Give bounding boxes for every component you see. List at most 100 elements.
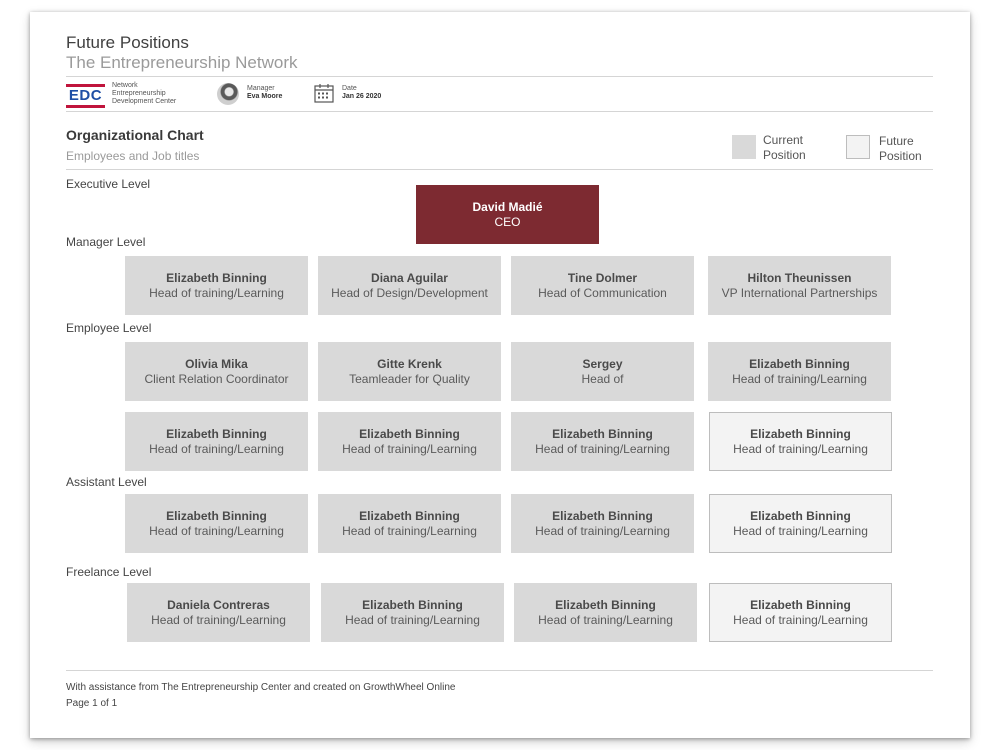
card-role: Head of Design/Development xyxy=(331,285,488,300)
network-label: Network xyxy=(112,82,138,89)
card-role: Head of Communication xyxy=(538,285,667,300)
divider xyxy=(66,169,933,170)
future-position-card: Elizabeth Binning Head of training/Learn… xyxy=(709,583,892,642)
position-card: Elizabeth Binning Head of training/Learn… xyxy=(514,583,697,642)
card-name: Elizabeth Binning xyxy=(166,426,267,441)
position-card: Elizabeth Binning Head of training/Learn… xyxy=(125,412,308,471)
position-card: Gitte Krenk Teamleader for Quality xyxy=(318,342,501,401)
level-label-freelance: Freelance Level xyxy=(66,565,152,579)
date-value: Jan 26 2020 xyxy=(342,93,382,100)
manager-info: Manager Eva Moore xyxy=(247,85,282,101)
card-role: CEO xyxy=(494,214,521,229)
card-name: Elizabeth Binning xyxy=(552,426,653,441)
legend-future-line2: Position xyxy=(879,149,922,163)
date-label: Date xyxy=(342,85,357,92)
position-card: Olivia Mika Client Relation Coordinator xyxy=(125,342,308,401)
card-name: Elizabeth Binning xyxy=(750,508,851,523)
level-label-employee: Employee Level xyxy=(66,321,152,335)
legend-future-line1: Future xyxy=(879,134,914,148)
card-name: Elizabeth Binning xyxy=(555,597,656,612)
card-role: Client Relation Coordinator xyxy=(144,371,289,386)
position-card: Elizabeth Binning Head of training/Learn… xyxy=(321,583,504,642)
card-name: Daniela Contreras xyxy=(167,597,270,612)
network-line2: Development Center xyxy=(112,98,177,105)
position-card: Elizabeth Binning Head of training/Learn… xyxy=(125,494,308,553)
legend-future-swatch xyxy=(846,135,870,159)
calendar-icon xyxy=(314,84,334,103)
document-title: Future Positions xyxy=(66,33,189,52)
card-name: Sergey xyxy=(582,356,623,371)
divider xyxy=(66,111,933,112)
network-line1: Entrepreneurship xyxy=(112,90,166,97)
card-role: Head of training/Learning xyxy=(151,612,286,627)
date-info: Date Jan 26 2020 xyxy=(342,85,381,101)
card-role: Head of xyxy=(581,371,624,386)
legend-current-line1: Current xyxy=(763,133,804,147)
card-name: Elizabeth Binning xyxy=(750,426,851,441)
legend-current-swatch xyxy=(732,135,756,159)
card-name: Tine Dolmer xyxy=(567,270,638,285)
document-subtitle: The Entrepreneurship Network xyxy=(66,53,298,72)
legend-current: Current Position xyxy=(763,133,806,163)
position-card: Elizabeth Binning Head of training/Learn… xyxy=(511,494,694,553)
position-card: Sergey Head of xyxy=(511,342,694,401)
position-card: Hilton Theunissen VP International Partn… xyxy=(708,256,891,315)
divider xyxy=(66,670,933,671)
level-label-executive: Executive Level xyxy=(66,177,151,191)
card-role: Head of training/Learning xyxy=(342,523,477,538)
logo-bar-bottom xyxy=(66,105,105,108)
card-role: Head of training/Learning xyxy=(342,441,477,456)
manager-label: Manager xyxy=(247,85,275,92)
future-position-card: Elizabeth Binning Head of training/Learn… xyxy=(709,494,892,553)
card-role: Head of training/Learning xyxy=(538,612,673,627)
position-card: Diana Aguilar Head of Design/Development xyxy=(318,256,501,315)
position-card: Tine Dolmer Head of Communication xyxy=(511,256,694,315)
footer-credit: With assistance from The Entrepreneurshi… xyxy=(66,682,456,693)
card-role: Head of training/Learning xyxy=(149,523,284,538)
legend-future: Future Position xyxy=(879,134,922,164)
card-name: Elizabeth Binning xyxy=(552,508,653,523)
legend-current-line2: Position xyxy=(763,148,806,162)
card-name: Hilton Theunissen xyxy=(747,270,852,285)
manager-avatar xyxy=(217,83,239,105)
position-card: Elizabeth Binning Head of training/Learn… xyxy=(318,494,501,553)
card-name: Elizabeth Binning xyxy=(750,597,851,612)
future-position-card: Elizabeth Binning Head of training/Learn… xyxy=(709,412,892,471)
card-role: Head of training/Learning xyxy=(149,441,284,456)
position-card: Elizabeth Binning Head of training/Learn… xyxy=(511,412,694,471)
card-role: Head of training/Learning xyxy=(345,612,480,627)
card-role: Head of training/Learning xyxy=(733,441,868,456)
position-card: Elizabeth Binning Head of training/Learn… xyxy=(125,256,308,315)
position-card: Elizabeth Binning Head of training/Learn… xyxy=(318,412,501,471)
logo-text: EDC xyxy=(68,87,103,104)
card-name: Elizabeth Binning xyxy=(749,356,850,371)
edc-logo: EDC xyxy=(66,84,105,108)
card-role: VP International Partnerships xyxy=(721,285,878,300)
position-card: Daniela Contreras Head of training/Learn… xyxy=(127,583,310,642)
ceo-card: David Madié CEO xyxy=(416,185,599,244)
card-name: Elizabeth Binning xyxy=(359,508,460,523)
level-label-assistant: Assistant Level xyxy=(66,475,147,489)
manager-name: Eva Moore xyxy=(247,93,283,100)
card-role: Head of training/Learning xyxy=(149,285,284,300)
card-name: Elizabeth Binning xyxy=(166,270,267,285)
section-title: Organizational Chart xyxy=(66,127,204,143)
card-name: Elizabeth Binning xyxy=(362,597,463,612)
network-info: Network Entrepreneurship Development Cen… xyxy=(112,82,176,106)
card-role: Head of training/Learning xyxy=(733,612,868,627)
divider xyxy=(66,76,933,77)
section-subtitle: Employees and Job titles xyxy=(66,149,200,163)
card-role: Head of training/Learning xyxy=(535,441,670,456)
card-role: Teamleader for Quality xyxy=(349,371,470,386)
position-card: Elizabeth Binning Head of training/Learn… xyxy=(708,342,891,401)
card-name: Elizabeth Binning xyxy=(166,508,267,523)
card-name: David Madié xyxy=(472,199,543,214)
card-name: Diana Aguilar xyxy=(371,270,448,285)
document-page: Future Positions The Entrepreneurship Ne… xyxy=(30,12,970,738)
card-role: Head of training/Learning xyxy=(732,371,867,386)
card-name: Elizabeth Binning xyxy=(359,426,460,441)
card-role: Head of training/Learning xyxy=(535,523,670,538)
card-name: Olivia Mika xyxy=(185,356,248,371)
card-name: Gitte Krenk xyxy=(377,356,442,371)
page-number: Page 1 of 1 xyxy=(66,698,118,709)
